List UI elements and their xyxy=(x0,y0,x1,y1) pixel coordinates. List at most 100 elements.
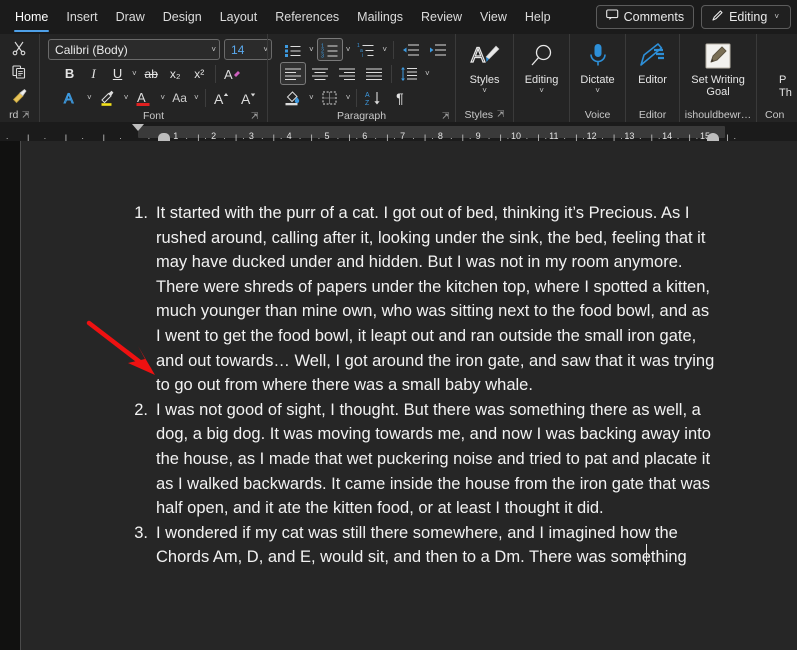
font-size-combobox[interactable]: 14 ˅ xyxy=(224,39,273,60)
tab-review[interactable]: Review xyxy=(412,6,471,27)
borders-chevron-icon[interactable]: ˅ xyxy=(344,93,353,102)
tab-references[interactable]: References xyxy=(266,6,348,27)
copy-button[interactable] xyxy=(7,60,31,83)
align-left-button[interactable] xyxy=(280,62,307,85)
editing-mode-button[interactable]: Editing ˅ xyxy=(701,4,791,29)
list-item-text[interactable]: I was not good of sight, I thought. But … xyxy=(156,398,716,521)
list-item[interactable]: 3. I wondered if my cat was still there … xyxy=(131,521,716,570)
highlight-color-chevron-icon[interactable]: ˅ xyxy=(122,93,131,102)
ruler-number: 8 xyxy=(437,131,443,141)
shrink-font-button[interactable]: A xyxy=(237,86,263,109)
ruler-tick: · xyxy=(336,133,340,141)
underline-button[interactable]: U xyxy=(106,62,129,85)
list-item[interactable]: 2. I was not good of sight, I thought. B… xyxy=(131,398,716,521)
svg-text:A: A xyxy=(64,90,74,106)
right-indent-marker[interactable] xyxy=(707,133,719,141)
editor-button[interactable]: Editor xyxy=(630,36,675,106)
paragraph-dialog-launcher[interactable]: ⇱ xyxy=(442,111,450,122)
clipboard-dialog-launcher[interactable]: ⇱ xyxy=(22,110,30,121)
document-page[interactable]: 1. It started with the purr of a cat. I … xyxy=(20,141,797,650)
ruler-number: 11 xyxy=(549,131,559,141)
tab-layout[interactable]: Layout xyxy=(211,6,267,27)
borders-button[interactable] xyxy=(317,86,343,109)
tab-help[interactable]: Help xyxy=(516,6,560,27)
ruler-tick: · xyxy=(43,133,47,141)
font-name-combobox[interactable]: Calibri (Body) ˅ xyxy=(48,39,221,60)
list-item-text[interactable]: It started with the purr of a cat. I got… xyxy=(156,201,716,398)
tab-mailings[interactable]: Mailings xyxy=(348,6,412,27)
styles-button[interactable]: A Styles ˅ xyxy=(460,36,509,106)
first-line-indent-marker[interactable] xyxy=(132,124,144,131)
change-case-chevron-icon[interactable]: ˅ xyxy=(192,93,201,102)
truncated-command-button[interactable]: P Th xyxy=(761,36,793,106)
sort-button[interactable]: AZ xyxy=(361,86,387,109)
ruler-tick: · xyxy=(487,133,491,141)
align-center-button[interactable] xyxy=(307,62,333,85)
comments-button[interactable]: Comments xyxy=(595,4,695,29)
bold-button[interactable]: B xyxy=(58,62,81,85)
text-effects-button[interactable]: A xyxy=(58,86,84,109)
justify-button[interactable] xyxy=(361,62,387,85)
ruler-tick: · xyxy=(563,133,567,141)
ribbon-group-styles: A Styles ˅ Styles ⇱ xyxy=(455,34,513,123)
increase-indent-button[interactable] xyxy=(425,38,451,61)
tab-design[interactable]: Design xyxy=(154,6,211,27)
ruler-tick: ❘ xyxy=(686,133,694,141)
underline-options-chevron-icon[interactable]: ˅ xyxy=(130,69,139,78)
bullets-button[interactable] xyxy=(280,38,306,61)
superscript-button[interactable]: x² xyxy=(188,62,211,85)
font-color-button[interactable]: A xyxy=(131,86,157,109)
text-effects-chevron-icon[interactable]: ˅ xyxy=(85,93,94,102)
svg-text:3: 3 xyxy=(321,53,324,58)
horizontal-ruler[interactable]: · ❘ · ❘ · ❘ · 1 · ❘ · 2 · ❘ · 3 · ❘ · 4 · ❘ · 5 · ❘ · 6 · ❘ · 7 · ❘ · 8 · ❘ · 9… xyxy=(0,122,797,141)
ribbon-group-clipboard: rd ⇱ xyxy=(0,34,39,123)
line-spacing-chevron-icon[interactable]: ˅ xyxy=(423,69,432,78)
decrease-indent-button[interactable] xyxy=(398,38,424,61)
align-right-button[interactable] xyxy=(334,62,360,85)
font-dialog-launcher[interactable]: ⇱ xyxy=(251,111,259,122)
tab-view[interactable]: View xyxy=(471,6,516,27)
numbering-chevron-icon[interactable]: ˅ xyxy=(344,45,353,54)
ruler-tick: · xyxy=(298,133,302,141)
shading-button[interactable] xyxy=(280,86,306,109)
truncated-label-line1: P xyxy=(779,74,787,86)
bullets-chevron-icon[interactable]: ˅ xyxy=(307,45,316,54)
comment-bubble-icon xyxy=(605,9,619,24)
numbering-button[interactable]: 123 xyxy=(316,38,343,61)
line-spacing-button[interactable] xyxy=(396,62,422,85)
styles-dialog-launcher[interactable]: ⇱ xyxy=(497,109,505,120)
document-numbered-list[interactable]: 1. It started with the purr of a cat. I … xyxy=(131,201,716,570)
tab-home[interactable]: Home xyxy=(6,6,57,32)
text-insertion-caret xyxy=(646,544,648,565)
subscript-button[interactable]: x₂ xyxy=(164,62,187,85)
chevron-down-icon: ˅ xyxy=(482,86,487,95)
set-writing-goal-button[interactable]: Set Writing Goal xyxy=(684,36,752,106)
multilevel-list-chevron-icon[interactable]: ˅ xyxy=(380,45,389,54)
tab-insert[interactable]: Insert xyxy=(57,6,106,27)
format-painter-button[interactable] xyxy=(7,84,32,107)
list-item-text[interactable]: I wondered if my cat was still there som… xyxy=(156,521,716,570)
ribbon-group-voice: Dictate ˅ Voice xyxy=(569,34,625,123)
dictate-button[interactable]: Dictate ˅ xyxy=(574,36,621,106)
show-formatting-marks-button[interactable]: ¶ xyxy=(388,86,411,109)
clear-formatting-button[interactable]: A xyxy=(220,62,246,85)
grow-font-button[interactable]: A xyxy=(210,86,236,109)
text-highlight-color-button[interactable] xyxy=(95,86,121,109)
list-item[interactable]: 1. It started with the purr of a cat. I … xyxy=(131,201,716,398)
ruler-tick: · xyxy=(412,133,415,141)
group-label-voice: Voice xyxy=(584,108,611,121)
cut-button[interactable] xyxy=(7,36,31,59)
hanging-indent-marker[interactable] xyxy=(158,133,170,141)
tab-draw[interactable]: Draw xyxy=(107,6,154,27)
change-case-button[interactable]: Aa xyxy=(168,86,191,109)
ruler-tick: ❘ xyxy=(534,133,543,141)
shading-chevron-icon[interactable]: ˅ xyxy=(307,93,316,102)
svg-text:A: A xyxy=(224,67,233,82)
multilevel-list-button[interactable]: 1ai xyxy=(353,38,379,61)
italic-button[interactable]: I xyxy=(82,62,105,85)
editing-mode-label: Editing xyxy=(729,9,768,24)
editing-button[interactable]: Editing ˅ xyxy=(518,36,565,106)
strikethrough-button[interactable]: ab xyxy=(140,62,163,85)
ruler-tick: ❘ xyxy=(723,133,732,141)
font-color-chevron-icon[interactable]: ˅ xyxy=(158,93,167,102)
